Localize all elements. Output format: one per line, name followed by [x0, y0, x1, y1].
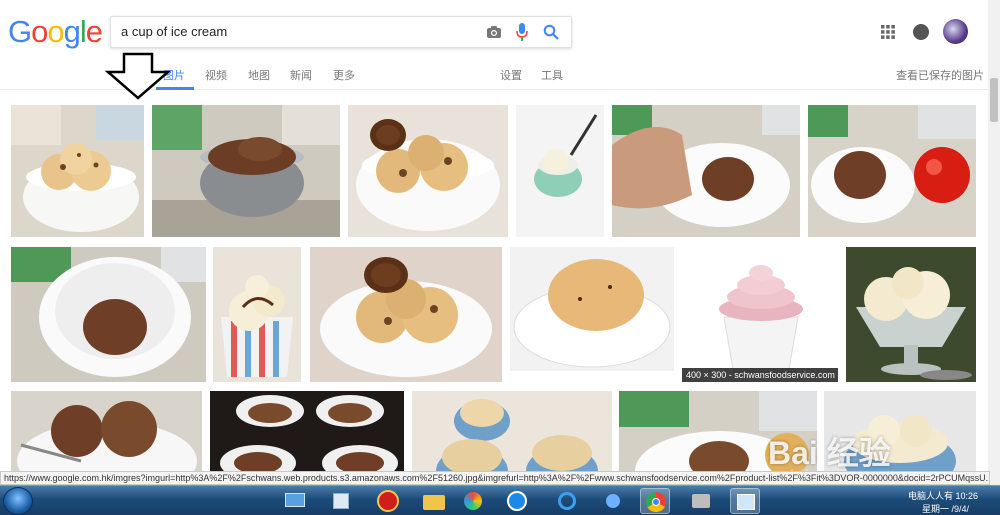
taskbar: 电脑人人有 10:26 星期一 /9/4/ [0, 485, 1000, 515]
google-logo[interactable]: Google [8, 14, 103, 50]
settings-link[interactable]: 设置 [500, 67, 522, 83]
tab-maps[interactable]: 地图 [248, 67, 270, 83]
image-size-caption: 400 × 300 - schwansfoodservice.com [682, 368, 838, 382]
notifications-icon[interactable] [913, 24, 929, 40]
image-result[interactable] [846, 247, 976, 382]
chrome-browser-icon[interactable] [640, 488, 670, 514]
search-box [110, 16, 572, 48]
image-result[interactable] [808, 105, 976, 237]
microphone-icon[interactable] [516, 23, 528, 41]
image-result[interactable] [310, 247, 502, 382]
scrollbar-thumb[interactable] [990, 78, 998, 122]
search-input[interactable] [121, 24, 471, 39]
network-app-icon[interactable] [326, 488, 356, 514]
down-arrow-icon [104, 52, 172, 100]
image-result[interactable] [510, 247, 674, 371]
sogou-app-icon[interactable] [502, 488, 532, 514]
paint-app-icon[interactable] [458, 488, 488, 514]
saved-images-link[interactable]: 查看已保存的图片 [896, 67, 984, 83]
tab-videos[interactable]: 视频 [205, 67, 227, 83]
apps-grid-icon[interactable] [881, 25, 895, 39]
tray-clock-line1[interactable]: 电脑人人有 10:26 [908, 489, 978, 502]
image-result[interactable] [612, 105, 800, 237]
drive-app-icon[interactable] [686, 488, 716, 514]
window-app-icon[interactable] [730, 488, 760, 514]
image-result[interactable] [11, 247, 206, 382]
camera-icon[interactable] [486, 25, 502, 39]
folder-app-icon[interactable] [418, 488, 448, 514]
chess-app-icon[interactable] [372, 488, 402, 514]
tray-clock-line2[interactable]: 星期一 /9/4/ [922, 502, 969, 515]
scrollbar[interactable] [988, 0, 1000, 485]
ie-browser-icon[interactable] [552, 488, 582, 514]
tab-more[interactable]: 更多 [333, 67, 355, 83]
image-result[interactable] [348, 105, 508, 237]
tab-news[interactable]: 新闻 [290, 67, 312, 83]
image-result[interactable] [213, 247, 301, 382]
avatar[interactable] [943, 19, 968, 44]
start-button[interactable] [3, 487, 33, 515]
logo-letter: o [47, 14, 64, 49]
logo-letter: o [31, 14, 48, 49]
logo-letter: e [85, 14, 103, 49]
search-icon[interactable] [543, 24, 559, 40]
gear-app-icon[interactable] [598, 488, 628, 514]
logo-letter: g [63, 14, 81, 49]
image-result[interactable] [152, 105, 340, 237]
image-result[interactable] [11, 105, 144, 237]
tools-link[interactable]: 工具 [541, 67, 563, 83]
logo-letter: G [8, 14, 32, 49]
status-bar-url: https://www.google.com.hk/imgres?imgurl=… [0, 471, 990, 485]
browser-window: Google 图片 视频 地图 新闻 更多 [0, 0, 1000, 515]
image-result[interactable]: 400 × 300 - schwansfoodservice.com [682, 247, 838, 382]
image-result[interactable] [516, 105, 604, 237]
desktop-app-icon[interactable] [280, 488, 310, 514]
